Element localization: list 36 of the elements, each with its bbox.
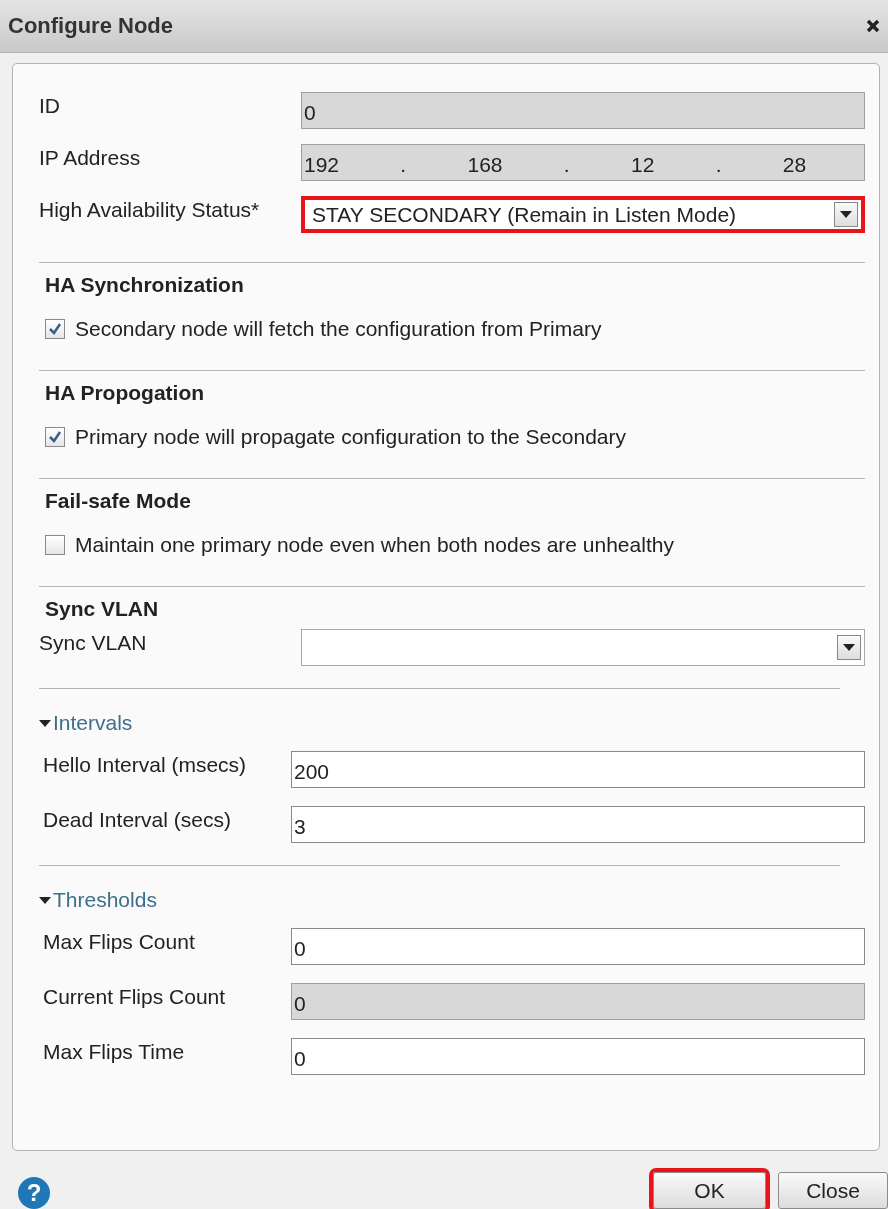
- input-field[interactable]: 0: [291, 928, 865, 965]
- close-icon: [866, 19, 880, 33]
- field-label: Dead Interval (secs): [43, 807, 232, 832]
- input-field[interactable]: 200: [291, 751, 865, 788]
- field-label: Current Flips Count: [43, 984, 227, 1009]
- checkbox-label: Primary node will propagate configuration to the Secondary: [75, 425, 626, 449]
- close-button[interactable]: [866, 19, 880, 33]
- caret-icon: [843, 644, 855, 651]
- field-label: Hello Interval (msecs): [43, 752, 248, 777]
- checkbox[interactable]: [45, 427, 65, 447]
- field-label: High Availability Status*: [39, 197, 261, 222]
- checkbox[interactable]: [45, 319, 65, 339]
- field-label: IP Address: [39, 145, 142, 170]
- checkbox-label: Secondary node will fetch the configuration from Primary: [75, 317, 602, 341]
- caret-icon: [840, 211, 852, 218]
- caret-icon: [39, 719, 51, 727]
- section-title: Fail-safe Mode: [45, 489, 192, 513]
- checkbox-label: Maintain one primary node even when both nodes are unhealthy: [75, 533, 674, 557]
- help-button[interactable]: ?: [18, 1177, 50, 1209]
- input-field[interactable]: 3: [291, 806, 865, 843]
- input-field[interactable]: 0: [291, 1038, 865, 1075]
- field-label: Max Flips Count: [43, 929, 196, 954]
- dropdown-field[interactable]: [301, 629, 865, 666]
- caret-icon: [39, 896, 51, 904]
- field-label: Max Flips Time: [43, 1039, 186, 1064]
- field-label: Sync VLAN: [39, 630, 148, 655]
- dialog-button[interactable]: Close: [778, 1172, 888, 1209]
- window-title: Configure Node: [8, 13, 173, 39]
- group-toggle[interactable]: Intervals: [39, 711, 133, 735]
- section-title: HA Synchronization: [45, 273, 245, 297]
- field-label: ID: [39, 93, 61, 118]
- checkbox[interactable]: [45, 535, 65, 555]
- dropdown-field[interactable]: STAY SECONDARY (Remain in Listen Mode): [301, 196, 865, 233]
- section-title: Sync VLAN: [45, 597, 160, 621]
- group-toggle[interactable]: Thresholds: [39, 888, 157, 912]
- section-title: HA Propogation: [45, 381, 206, 405]
